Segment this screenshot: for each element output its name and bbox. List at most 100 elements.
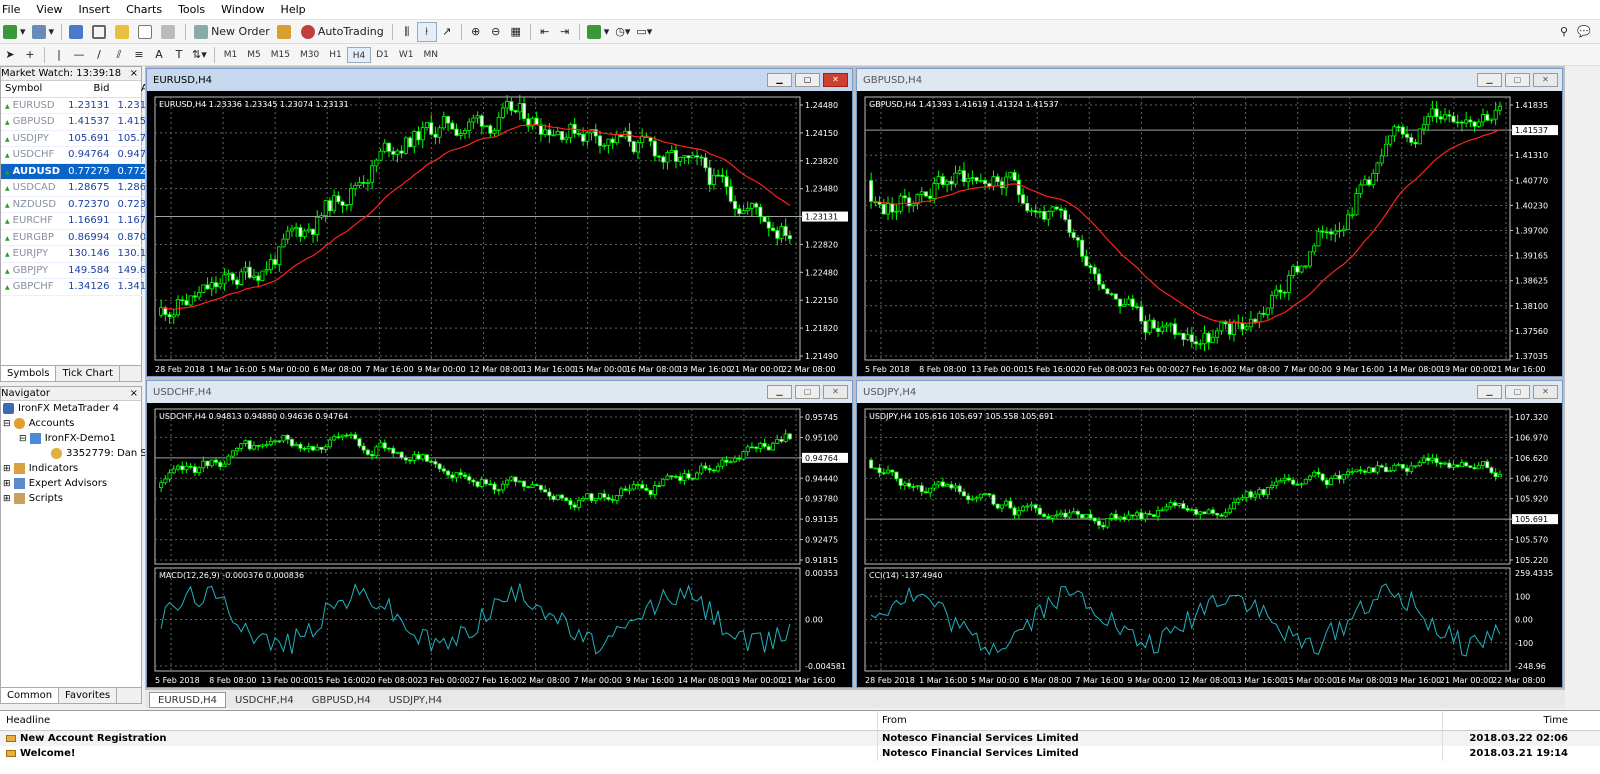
collapse-icon[interactable]: ⊟ [3,419,11,429]
channel-icon[interactable]: ⫽ [109,45,129,65]
zoom-out-icon[interactable]: ⊖ [486,22,506,42]
market-watch-row[interactable]: EURGBP0.869940.87003 [1,229,163,246]
close-icon[interactable]: ✕ [1533,73,1558,87]
menu-charts[interactable]: Charts [118,0,170,20]
market-watch-row[interactable]: EURCHF1.166911.16710 [1,212,163,230]
chart-plot[interactable]: 28 Feb 2018 1 Mar 16:00 5 Mar 00:00 6 Mar 0… [857,403,1562,687]
text-label-icon[interactable]: T [169,45,189,65]
market-watch-row[interactable]: USDCAD1.286751.28688 [1,179,163,197]
tree-item-indicators[interactable]: ⊞ Indicators [1,461,141,476]
tab-symbols[interactable]: Symbols [1,366,57,381]
tree-item-accounts[interactable]: ⊟ Accounts [1,416,141,431]
timeframe-m30[interactable]: M30 [295,47,324,63]
candlestick-icon[interactable]: ⍿ [416,21,437,42]
maximize-icon[interactable]: ▢ [1505,385,1530,399]
periods-icon[interactable]: ◷▾ [612,22,633,42]
trendline-icon[interactable]: / [89,45,109,65]
tab-favorites[interactable]: Favorites [59,688,118,703]
column-header-bid[interactable]: Bid [64,81,114,98]
close-icon[interactable]: ✕ [823,73,848,87]
chart-shift-icon[interactable]: ⇥ [555,22,575,42]
chart-plot[interactable]: 28 Feb 2018 1 Mar 16:00 5 Mar 00:00 6 Mar 0… [147,91,852,376]
menu-help[interactable]: Help [273,0,314,20]
chart-plot[interactable]: 5 Feb 2018 8 Feb 08:00 13 Feb 00:00 15 Feb … [857,91,1562,376]
tab-tick-chart[interactable]: Tick Chart [56,366,120,381]
chart-window-usdjpy[interactable]: USDJPY,H4 ▁ ▢ ✕ 28 Feb 2018 1 Mar 16:00 5 … [856,380,1563,688]
tree-item-experts[interactable]: ⊞ Expert Advisors [1,476,141,491]
data-window-icon[interactable] [89,22,112,42]
expand-icon[interactable]: ⊞ [3,479,11,489]
search-icon[interactable]: ⚲ [1554,22,1574,42]
zoom-in-icon[interactable]: ⊕ [466,22,486,42]
horizontal-line-icon[interactable]: — [69,45,89,65]
tree-item-server[interactable]: ⊟ IronFX-Demo1 [1,431,141,446]
tab-common[interactable]: Common [1,688,60,703]
chart-tab-usdchf[interactable]: USDCHF,H4 [226,692,303,708]
bar-chart-icon[interactable]: ⫼ [397,22,417,42]
chat-icon[interactable]: 💬 [1574,22,1594,42]
menu-file[interactable]: File [0,0,28,20]
minimize-icon[interactable]: ▁ [767,73,792,87]
meta-editor-icon[interactable] [274,22,297,42]
expand-icon[interactable]: ⊞ [3,464,11,474]
text-icon[interactable]: A [149,45,169,65]
timeframe-mn[interactable]: MN [418,47,443,63]
column-header-headline[interactable]: Headline [0,711,878,730]
crosshair-icon[interactable]: + [20,45,40,65]
chart-tab-eurusd[interactable]: EURUSD,H4 [149,692,227,708]
chart-window-usdchf[interactable]: USDCHF,H4 ▁ ▢ ✕ 5 Feb 2018 8 Feb 08:00 13 … [146,380,853,688]
profiles-icon[interactable]: ▾ [29,22,58,42]
indicators-icon[interactable]: ▾ [584,22,613,42]
terminal-icon[interactable] [135,22,158,42]
expand-icon[interactable]: ⊞ [3,494,11,504]
close-icon[interactable]: ✕ [1533,385,1558,399]
tile-windows-icon[interactable]: ▦ [506,22,526,42]
close-icon[interactable]: × [130,387,138,401]
new-order-button[interactable]: New Order [190,22,274,42]
arrows-icon[interactable]: ⇅▾ [189,45,210,65]
close-icon[interactable]: × [130,67,138,81]
tree-item-root[interactable]: IronFX MetaTrader 4 [1,401,141,416]
line-chart-icon[interactable]: ↗ [437,22,457,42]
market-watch-row[interactable]: NZDUSD0.723700.72392 [1,196,163,213]
timeframe-h1[interactable]: H1 [324,47,347,63]
tree-item-scripts[interactable]: ⊞ Scripts [1,491,141,506]
market-watch-icon[interactable] [66,22,89,42]
market-watch-row[interactable]: AUDUSD0.772790.77291 [1,163,163,180]
market-watch-row[interactable]: GBPUSD1.415371.41548 [1,113,163,131]
autotrading-button[interactable]: AutoTrading [297,22,388,42]
timeframe-w1[interactable]: W1 [394,47,419,63]
cursor-icon[interactable]: ➤ [0,45,20,65]
market-watch-row[interactable]: GBPCHF1.341261.34160 [1,278,163,296]
menu-tools[interactable]: Tools [170,0,213,20]
templates-icon[interactable]: ▭▾ [633,22,655,42]
mail-row[interactable]: Welcome! Notesco Financial Services Limi… [0,746,1600,761]
navigator-icon[interactable] [112,22,135,42]
vertical-line-icon[interactable]: | [49,45,69,65]
chart-window-eurusd[interactable]: EURUSD,H4 ▁ ▢ ✕ 28 Feb 2018 1 Mar 16:00 5 … [146,68,853,377]
column-header-time[interactable]: Time [1443,711,1600,730]
close-icon[interactable]: ✕ [823,385,848,399]
new-chart-icon[interactable]: ▾ [0,22,29,42]
chart-window-gbpusd[interactable]: GBPUSD,H4 ▁ ▢ ✕ 5 Feb 2018 8 Feb 08:00 13 … [856,68,1563,377]
timeframe-m5[interactable]: M5 [242,47,266,63]
auto-scroll-icon[interactable]: ⇤ [535,22,555,42]
column-header-symbol[interactable]: Symbol [1,81,65,98]
minimize-icon[interactable]: ▁ [1477,385,1502,399]
mail-row[interactable]: New Account Registration Notesco Financi… [0,731,1600,746]
timeframe-m15[interactable]: M15 [266,47,295,63]
maximize-icon[interactable]: ▢ [795,385,820,399]
column-header-from[interactable]: From [878,711,1443,730]
market-watch-row[interactable]: USDCHF0.947640.94779 [1,146,163,164]
maximize-icon[interactable]: ▢ [795,73,820,87]
minimize-icon[interactable]: ▁ [1477,73,1502,87]
menu-insert[interactable]: Insert [71,0,119,20]
strategy-tester-icon[interactable] [158,22,181,42]
market-watch-row[interactable]: EURJPY130.146130.158 [1,245,163,263]
chart-tab-usdjpy[interactable]: USDJPY,H4 [380,692,451,708]
market-watch-row[interactable]: GBPJPY149.584149.623 [1,262,163,279]
fibonacci-icon[interactable]: ≡ [129,45,149,65]
maximize-icon[interactable]: ▢ [1505,73,1530,87]
collapse-icon[interactable]: ⊟ [19,434,27,444]
chart-tab-gbpusd[interactable]: GBPUSD,H4 [303,692,380,708]
